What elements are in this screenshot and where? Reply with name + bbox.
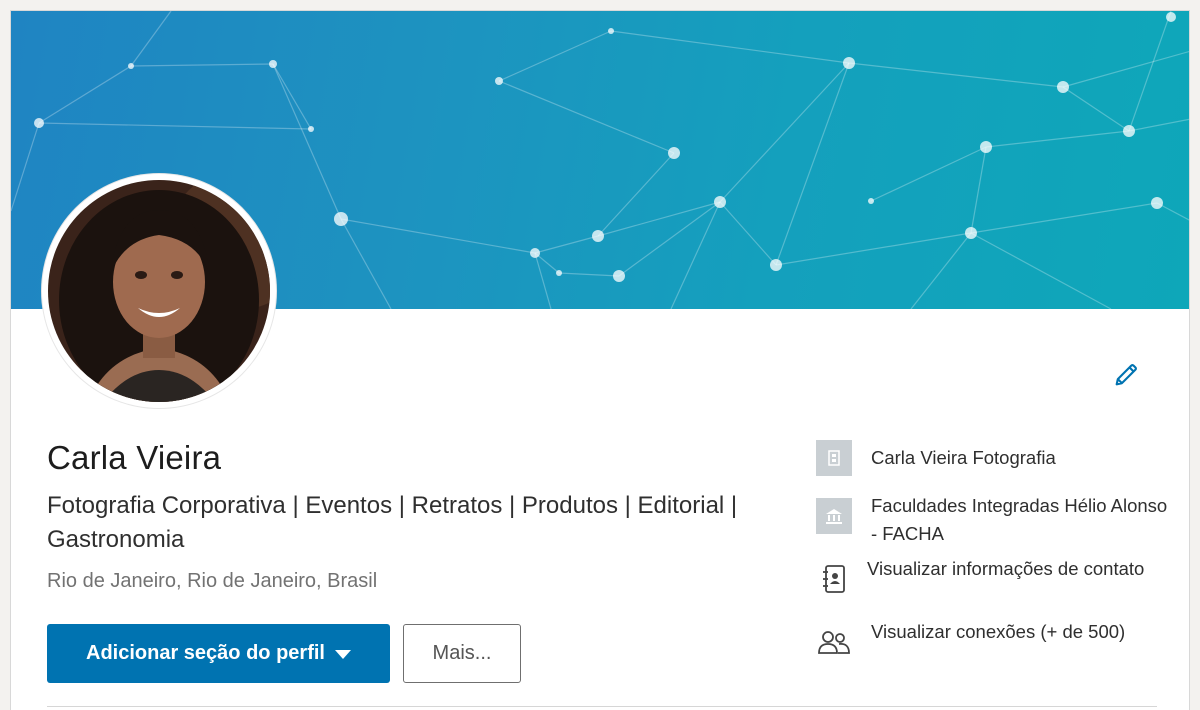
profile-card: Carla Vieira Fotografia Corporativa | Ev… [10, 10, 1190, 710]
section-divider [47, 706, 1157, 707]
contact-info-label: Visualizar informações de contato [867, 558, 1145, 579]
profile-location: Rio de Janeiro, Rio de Janeiro, Brasil [47, 570, 378, 592]
edit-profile-button[interactable] [1109, 358, 1143, 392]
education-label: Faculdades Integradas Hélio Alonso - FAC… [871, 495, 1168, 544]
add-profile-section-label: Adicionar seção do perfil [86, 642, 325, 664]
connections-link[interactable]: Visualizar conexões (+ de 500) [816, 614, 1176, 660]
profile-name: Carla Vieira [47, 439, 222, 476]
current-company-link[interactable]: Carla Vieira Fotografia [816, 440, 1176, 476]
connections-label: Visualizar conexões (+ de 500) [871, 621, 1126, 642]
education-link[interactable]: Faculdades Integradas Hélio Alonso - FAC… [816, 488, 1176, 548]
connections-icon [816, 624, 852, 660]
profile-photo[interactable] [42, 174, 276, 408]
pencil-icon [1115, 364, 1137, 386]
current-company-label: Carla Vieira Fotografia [871, 447, 1056, 468]
contact-card-icon [816, 561, 852, 597]
avatar-portrait [48, 180, 270, 402]
school-icon [816, 498, 852, 534]
caret-down-icon [334, 650, 351, 659]
contact-info-link[interactable]: Visualizar informações de contato [816, 551, 1176, 597]
more-button[interactable]: Mais... [403, 624, 521, 683]
company-icon [816, 440, 852, 476]
profile-headline: Fotografia Corporativa | Eventos | Retra… [47, 492, 738, 553]
add-profile-section-button[interactable]: Adicionar seção do perfil [47, 624, 390, 683]
